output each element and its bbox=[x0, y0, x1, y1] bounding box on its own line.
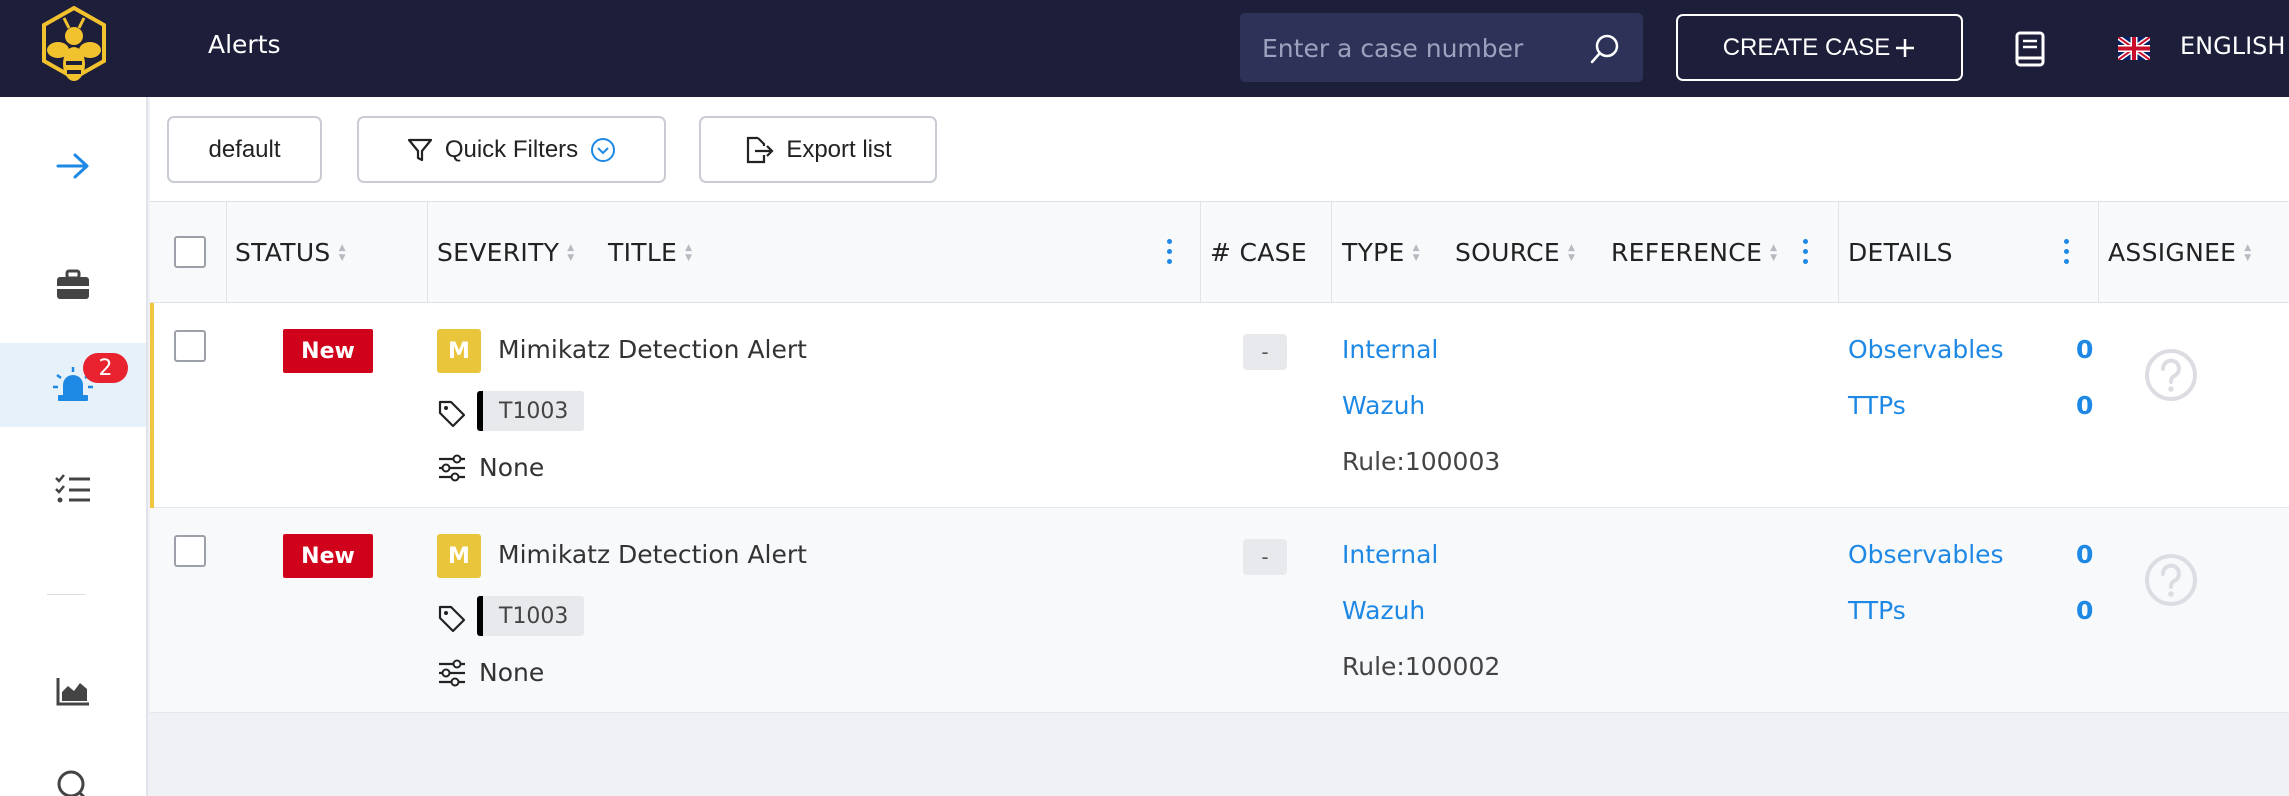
custom-fields-value: None bbox=[479, 453, 545, 482]
book-icon[interactable] bbox=[2013, 30, 2047, 68]
row-checkbox[interactable] bbox=[174, 330, 206, 362]
table-row[interactable]: New M Mimikatz Detection Alert T1003 Non… bbox=[150, 508, 2289, 713]
table-row[interactable]: New M Mimikatz Detection Alert T1003 Non… bbox=[150, 303, 2289, 508]
page-title: Alerts bbox=[208, 30, 281, 59]
alert-source-link[interactable]: Wazuh bbox=[1342, 596, 1425, 625]
search-icon[interactable] bbox=[1589, 33, 1621, 65]
sort-icon: ▲ ▼ bbox=[338, 242, 346, 263]
sort-icon: ▲ ▼ bbox=[567, 242, 575, 263]
alerts-table: STATUS ▲ ▼ SEVERITY ▲ ▼ TITLE ▲ ▼ # CASE TY… bbox=[150, 202, 2289, 713]
column-header-status[interactable]: STATUS ▲ ▼ bbox=[235, 202, 346, 303]
create-case-label: CREATE CASE bbox=[1722, 33, 1891, 61]
observables-link[interactable]: Observables bbox=[1848, 335, 2004, 364]
question-circle-icon[interactable] bbox=[2144, 553, 2198, 607]
question-circle-icon[interactable] bbox=[2144, 348, 2198, 402]
sidebar-item-tasks[interactable] bbox=[0, 447, 146, 531]
column-header-type[interactable]: TYPE ▲ ▼ bbox=[1342, 202, 1420, 303]
sidebar-divider bbox=[47, 594, 85, 595]
alert-source-link[interactable]: Wazuh bbox=[1342, 391, 1425, 420]
sliders-icon bbox=[439, 454, 465, 482]
briefcase-icon bbox=[57, 269, 89, 299]
ttps-count[interactable]: 0 bbox=[2076, 391, 2093, 420]
alert-title[interactable]: Mimikatz Detection Alert bbox=[498, 540, 807, 569]
tag-chip[interactable]: T1003 bbox=[477, 391, 585, 431]
row-checkbox[interactable] bbox=[174, 535, 206, 567]
observables-link[interactable]: Observables bbox=[1848, 540, 2004, 569]
top-bar: Alerts CREATE CASE ENGLISH bbox=[0, 0, 2289, 97]
title-column-menu-icon[interactable] bbox=[1167, 239, 1173, 269]
table-header: STATUS ▲ ▼ SEVERITY ▲ ▼ TITLE ▲ ▼ # CASE TY… bbox=[150, 202, 2289, 303]
reference-column-menu-icon[interactable] bbox=[1803, 239, 1809, 269]
observables-count[interactable]: 0 bbox=[2076, 540, 2093, 569]
ttps-count[interactable]: 0 bbox=[2076, 596, 2093, 625]
status-badge: New bbox=[283, 534, 373, 578]
chevron-down-circle-icon bbox=[591, 137, 616, 162]
row-highlight bbox=[150, 303, 154, 508]
quick-filters-button[interactable]: Quick Filters bbox=[357, 116, 666, 183]
sort-icon: ▲ ▼ bbox=[685, 242, 693, 263]
sort-icon: ▲ ▼ bbox=[1412, 242, 1420, 263]
arrow-right-icon bbox=[56, 153, 89, 179]
alert-reference: Rule:100003 bbox=[1342, 447, 1501, 476]
select-all-checkbox[interactable] bbox=[174, 236, 206, 268]
sort-icon: ▲ ▼ bbox=[1568, 242, 1576, 263]
alert-type-link[interactable]: Internal bbox=[1342, 540, 1438, 569]
case-search bbox=[1240, 13, 1643, 82]
tags-icon bbox=[438, 400, 466, 428]
case-number: - bbox=[1243, 539, 1287, 575]
ttps-link[interactable]: TTPs bbox=[1848, 596, 1906, 625]
sidebar: 2 bbox=[0, 97, 148, 796]
details-column-menu-icon[interactable] bbox=[2064, 239, 2070, 269]
status-badge: New bbox=[283, 329, 373, 373]
sidebar-item-cases[interactable] bbox=[0, 243, 146, 327]
sort-icon: ▲ ▼ bbox=[1770, 242, 1778, 263]
export-list-label: Export list bbox=[786, 135, 892, 163]
observables-count[interactable]: 0 bbox=[2076, 335, 2093, 364]
severity-badge: M bbox=[437, 329, 481, 373]
language-selector[interactable]: ENGLISH bbox=[2180, 32, 2285, 60]
alert-type-link[interactable]: Internal bbox=[1342, 335, 1438, 364]
plus-icon bbox=[1896, 38, 1915, 57]
toolbar: default Quick Filters Export list bbox=[150, 97, 2289, 202]
column-header-source[interactable]: SOURCE ▲ ▼ bbox=[1455, 202, 1575, 303]
export-list-button[interactable]: Export list bbox=[699, 116, 937, 183]
alert-title[interactable]: Mimikatz Detection Alert bbox=[498, 335, 807, 364]
column-header-reference[interactable]: REFERENCE ▲ ▼ bbox=[1611, 202, 1777, 303]
case-number-input[interactable] bbox=[1262, 33, 1582, 63]
tag-chip[interactable]: T1003 bbox=[477, 596, 585, 636]
quick-filters-label: Quick Filters bbox=[444, 135, 579, 163]
severity-badge: M bbox=[437, 534, 481, 578]
alert-reference: Rule:100002 bbox=[1342, 652, 1501, 681]
sidebar-item-dashboards[interactable] bbox=[0, 649, 146, 733]
column-header-severity[interactable]: SEVERITY ▲ ▼ bbox=[437, 202, 574, 303]
sort-icon: ▲ ▼ bbox=[2244, 242, 2252, 263]
custom-fields-value: None bbox=[479, 658, 545, 687]
sidebar-item-alerts[interactable]: 2 bbox=[0, 343, 146, 427]
column-header-case: # CASE bbox=[1210, 238, 1307, 267]
search-icon bbox=[57, 770, 86, 796]
ttps-link[interactable]: TTPs bbox=[1848, 391, 1906, 420]
default-filter-button[interactable]: default bbox=[167, 116, 322, 183]
sliders-icon bbox=[439, 659, 465, 687]
alerts-count-badge: 2 bbox=[83, 353, 128, 383]
uk-flag-icon[interactable] bbox=[2118, 37, 2150, 60]
column-header-assignee[interactable]: ASSIGNEE ▲ ▼ bbox=[2108, 202, 2252, 303]
checklist-icon bbox=[55, 474, 90, 503]
tags-icon bbox=[438, 605, 466, 633]
filter-icon bbox=[407, 138, 432, 161]
case-number: - bbox=[1243, 334, 1287, 370]
column-header-details: DETAILS bbox=[1848, 238, 1953, 267]
default-filter-label: default bbox=[208, 135, 281, 163]
column-header-title[interactable]: TITLE ▲ ▼ bbox=[608, 202, 692, 303]
create-case-button[interactable]: CREATE CASE bbox=[1676, 14, 1963, 81]
thehive-logo-icon[interactable] bbox=[38, 6, 110, 90]
sidebar-item-search[interactable] bbox=[0, 737, 146, 796]
export-icon bbox=[747, 136, 774, 163]
area-chart-icon bbox=[56, 678, 89, 706]
sidebar-expand[interactable] bbox=[0, 124, 146, 208]
